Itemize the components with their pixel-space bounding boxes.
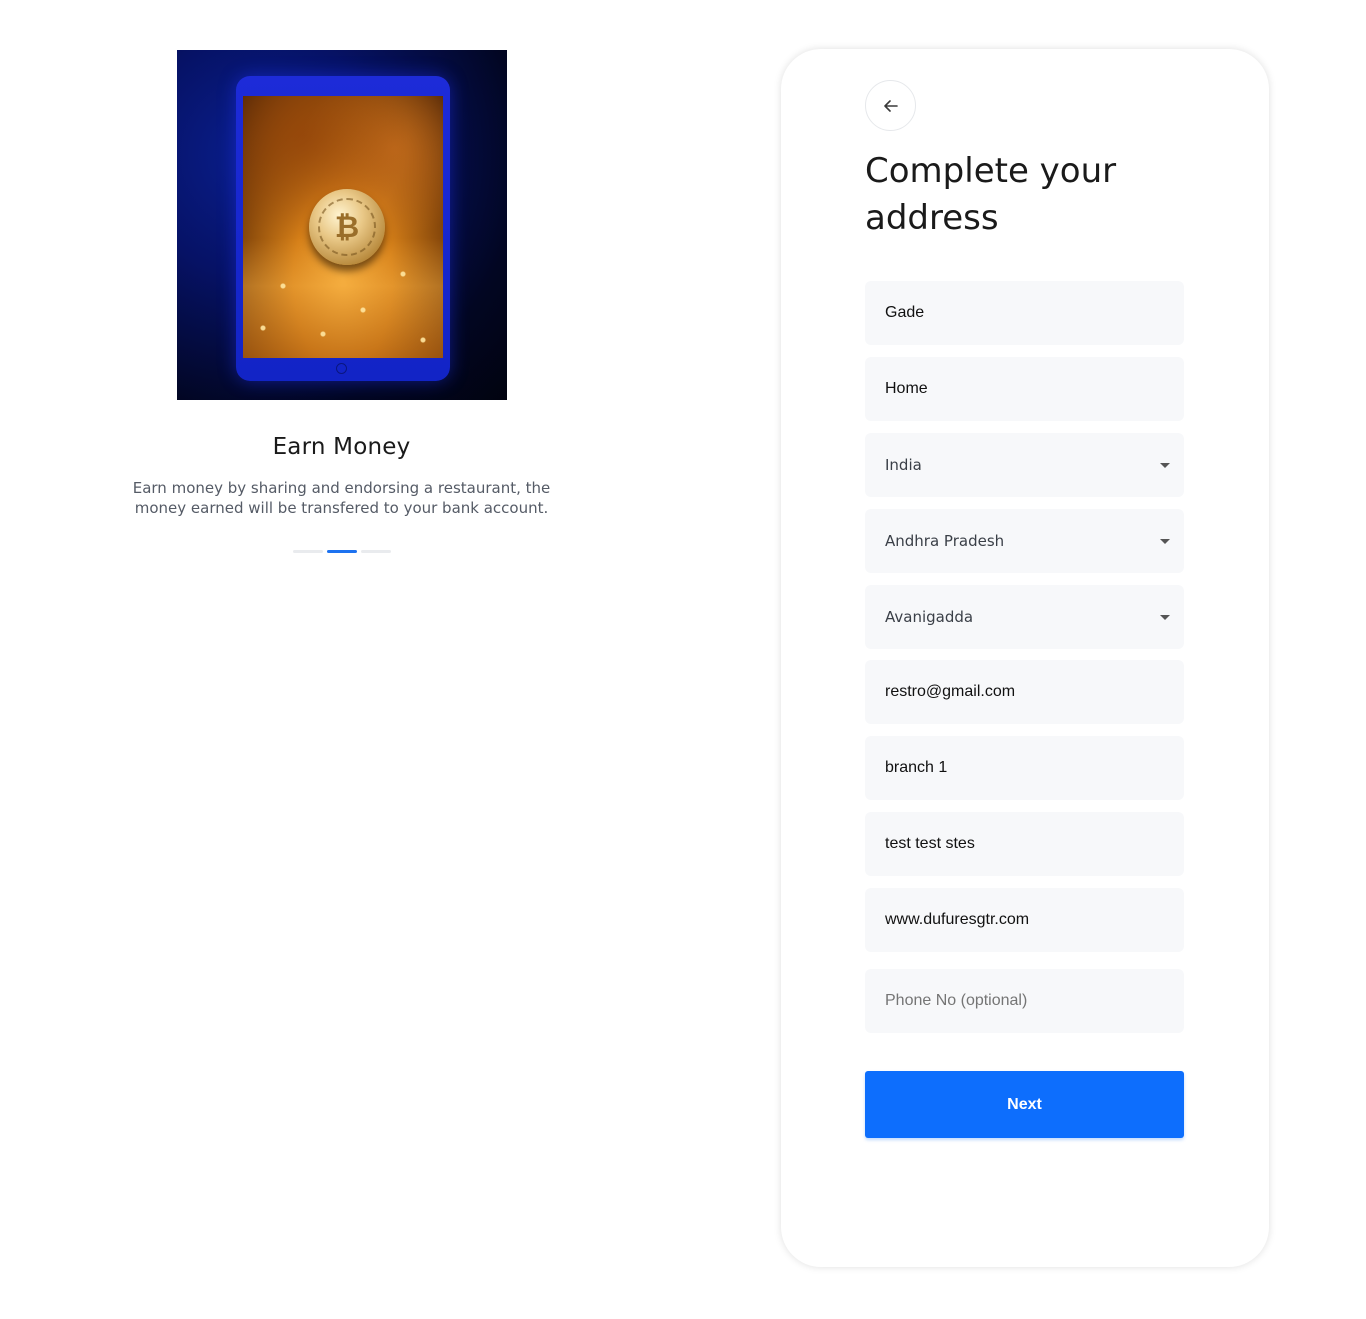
- slide-title: Earn Money: [272, 434, 411, 460]
- phone-field[interactable]: [865, 969, 1184, 1033]
- city-select-value: Avanigadda: [885, 608, 974, 626]
- chevron-down-icon: [1160, 538, 1170, 544]
- slide-indicator: [120, 550, 563, 553]
- name-field[interactable]: [865, 281, 1184, 345]
- city-select[interactable]: Avanigadda: [865, 585, 1184, 649]
- tablet-screen: ₿: [243, 96, 443, 358]
- form-title: Complete your address: [865, 151, 1117, 238]
- branch-field[interactable]: [865, 736, 1184, 800]
- bitcoin-symbol-icon: ₿: [318, 198, 376, 256]
- onboarding-slide: ₿ Earn Money Earn money by sharing and e…: [120, 50, 563, 553]
- chevron-down-icon: [1160, 614, 1170, 620]
- slide-description: Earn money by sharing and endorsing a re…: [132, 479, 551, 517]
- back-button[interactable]: [865, 80, 916, 131]
- tablet-home-button: [336, 363, 347, 374]
- chevron-down-icon: [1160, 462, 1170, 468]
- email-field[interactable]: [865, 660, 1184, 724]
- address-type-field[interactable]: [865, 357, 1184, 421]
- address-field[interactable]: [865, 812, 1184, 876]
- state-select-value: Andhra Pradesh: [885, 532, 1005, 550]
- arrow-left-icon: [883, 99, 898, 112]
- state-select[interactable]: Andhra Pradesh: [865, 509, 1184, 573]
- page: ₿ Earn Money Earn money by sharing and e…: [0, 0, 1366, 1319]
- slide-dot-1[interactable]: [292, 550, 323, 553]
- country-select-value: India: [885, 456, 922, 474]
- address-form-card: Complete your address India Andhra Prade…: [781, 49, 1269, 1267]
- website-field[interactable]: [865, 888, 1184, 952]
- next-button[interactable]: Next: [865, 1071, 1184, 1138]
- bitcoin-coin-icon: ₿: [309, 189, 385, 265]
- slide-dot-3[interactable]: [360, 550, 391, 553]
- tablet-illustration: ₿: [236, 76, 450, 381]
- country-select[interactable]: India: [865, 433, 1184, 497]
- slide-dot-2[interactable]: [326, 550, 357, 553]
- slide-image: ₿: [177, 50, 507, 400]
